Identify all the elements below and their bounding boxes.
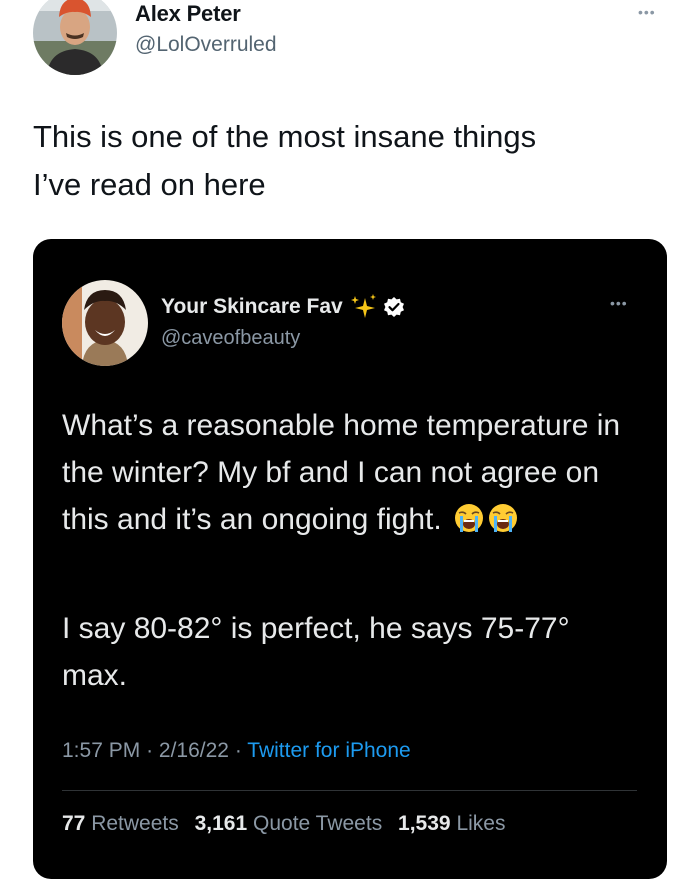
verified-badge-icon [383,296,405,318]
outer-author-name[interactable]: Alex Peter [135,1,241,27]
loudly-crying-face-icon [488,500,518,532]
more-options-icon[interactable]: ••• [638,4,656,20]
sparkles-icon [349,294,377,320]
likes-stat[interactable]: 1,539 Likes [398,812,505,835]
tweet-time[interactable]: 1:57 PM [62,739,140,762]
quoted-author-handle[interactable]: @caveofbeauty [161,327,300,350]
quoted-more-options-icon[interactable]: ••• [610,295,628,311]
retweets-count: 77 [62,812,86,835]
quote-tweets-stat[interactable]: 3,161 Quote Tweets [195,812,383,835]
retweets-label: Retweets [91,812,179,835]
meta-separator: · [234,739,242,762]
likes-count: 1,539 [398,812,451,835]
outer-tweet: Alex Peter @LolOverruled ••• This is one… [0,0,700,879]
outer-author-handle[interactable]: @LolOverruled [135,33,277,57]
meta-separator: · [146,739,154,762]
quoted-tweet-paragraph-1-text: What’s a reasonable home temperature in … [62,409,621,536]
quoted-tweet-paragraph-1: What’s a reasonable home temperature in … [62,402,642,543]
quote-tweets-count: 3,161 [194,812,248,835]
likes-label: Likes [456,812,506,835]
retweets-stat[interactable]: 77 Retweets [62,812,179,835]
quoted-tweet-paragraph-2: I say 80-82° is perfect, he says 75-77° … [62,612,570,692]
quoted-author-avatar[interactable] [62,280,148,366]
tweet-metadata: 1:57 PM · 2/16/22 · Twitter for iPhone [62,739,411,763]
quote-tweets-label: Quote Tweets [253,812,383,835]
quoted-tweet-card[interactable]: Your Skincare Fav @caveofbeauty ••• What… [33,239,667,879]
quoted-author-name[interactable]: Your Skincare Fav [161,295,343,319]
divider [62,790,637,791]
tweet-stats: 77 Retweets 3,161 Quote Tweets 1,539 Lik… [62,812,515,836]
tweet-date[interactable]: 2/16/22 [159,739,229,762]
quoted-author-name-row: Your Skincare Fav [161,294,405,320]
tweet-source-link[interactable]: Twitter for iPhone [247,739,410,762]
loudly-crying-face-icon [454,500,484,532]
outer-tweet-text: This is one of the most insane things I’… [33,119,537,202]
outer-author-avatar[interactable] [33,0,117,75]
